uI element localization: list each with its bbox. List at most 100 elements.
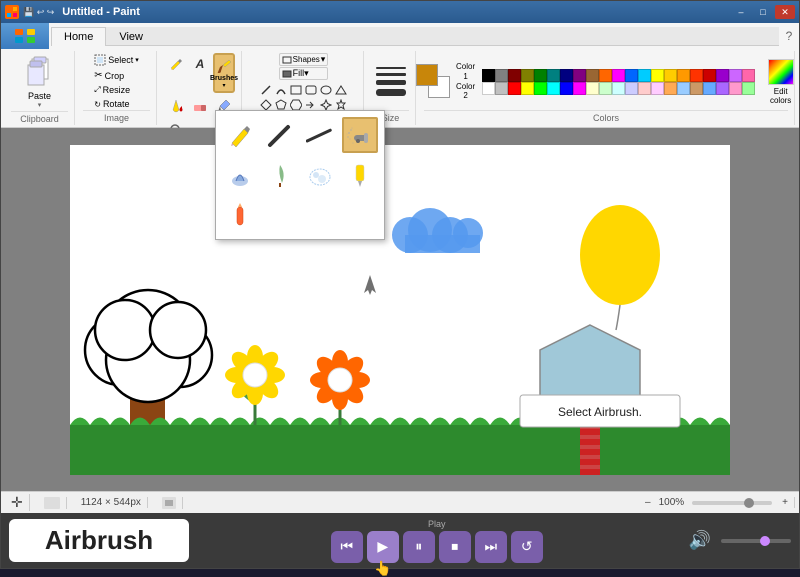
color-violet[interactable] bbox=[716, 69, 729, 82]
move-icon: ✛ bbox=[11, 494, 23, 511]
zoom-minus[interactable]: – bbox=[645, 497, 651, 508]
color-lightcyan[interactable] bbox=[612, 82, 625, 95]
tab-home[interactable]: Home bbox=[51, 27, 106, 46]
color-magenta[interactable] bbox=[573, 82, 586, 95]
brush-airbrush[interactable] bbox=[342, 117, 378, 153]
group-image: Select ▾ ✂ Crop ⤢ Resize ↻ Rotate bbox=[77, 51, 157, 125]
color-cyan[interactable] bbox=[638, 69, 651, 82]
zoom-thumb[interactable] bbox=[744, 498, 754, 508]
paste-button[interactable]: Paste ▾ bbox=[20, 53, 60, 111]
color-mint[interactable] bbox=[742, 82, 755, 95]
color-brightblue[interactable] bbox=[560, 82, 573, 95]
color-lavender[interactable] bbox=[729, 69, 742, 82]
color-white[interactable] bbox=[482, 82, 495, 95]
brush-crayon[interactable] bbox=[222, 197, 258, 233]
color-lightpink[interactable] bbox=[638, 82, 651, 95]
color-black[interactable] bbox=[482, 69, 495, 82]
color-gold[interactable] bbox=[664, 69, 677, 82]
text-tool[interactable]: A bbox=[189, 53, 211, 75]
color-lightyellow[interactable] bbox=[586, 82, 599, 95]
color-aqua[interactable] bbox=[547, 82, 560, 95]
paint-canvas[interactable]: Select Airbrush. bbox=[70, 145, 730, 475]
color-pink[interactable] bbox=[742, 69, 755, 82]
edit-colors-button[interactable]: Edit colors bbox=[765, 87, 796, 105]
color-orange[interactable] bbox=[599, 69, 612, 82]
color-brightgreen[interactable] bbox=[534, 82, 547, 95]
size-line-2[interactable] bbox=[376, 73, 406, 76]
color-darkred[interactable] bbox=[508, 69, 521, 82]
stop-button[interactable]: ⏹ bbox=[439, 531, 471, 563]
color-purple[interactable] bbox=[573, 69, 586, 82]
color-skyblue[interactable] bbox=[677, 82, 690, 95]
shape-rect[interactable] bbox=[289, 83, 303, 97]
volume-icon[interactable]: 🔊 bbox=[689, 530, 711, 551]
color-amber[interactable] bbox=[677, 69, 690, 82]
brush-oil[interactable] bbox=[222, 157, 258, 193]
brush-calligraphy2[interactable] bbox=[302, 117, 338, 153]
color-peach[interactable] bbox=[664, 82, 677, 95]
tab-view[interactable]: View bbox=[106, 27, 156, 46]
shape-ellipse[interactable] bbox=[319, 83, 333, 97]
color-navy[interactable] bbox=[560, 69, 573, 82]
color-silver[interactable] bbox=[495, 82, 508, 95]
replay-button[interactable]: ↺ bbox=[511, 531, 543, 563]
brush-natural[interactable] bbox=[262, 157, 298, 193]
color-mediumpurple[interactable] bbox=[716, 82, 729, 95]
size-line-3[interactable] bbox=[376, 80, 406, 85]
color-red[interactable] bbox=[703, 69, 716, 82]
zoom-plus[interactable]: + bbox=[782, 497, 788, 508]
help-button[interactable]: ? bbox=[779, 26, 799, 46]
color-darkgreen[interactable] bbox=[534, 69, 547, 82]
size-line-1[interactable] bbox=[376, 67, 406, 69]
fill-tool[interactable] bbox=[165, 95, 187, 117]
shape-triangle[interactable] bbox=[334, 83, 348, 97]
color-red2[interactable] bbox=[690, 69, 703, 82]
color-cornflower[interactable] bbox=[703, 82, 716, 95]
brush-pencil[interactable] bbox=[222, 117, 258, 153]
color-lightgreen[interactable] bbox=[599, 82, 612, 95]
volume-thumb[interactable] bbox=[760, 536, 770, 546]
rotate-button[interactable]: ↻ Rotate bbox=[90, 98, 133, 110]
pencil-tool[interactable] bbox=[165, 53, 187, 75]
brush-calligraphy1[interactable] bbox=[262, 117, 298, 153]
color-lightblue[interactable] bbox=[625, 82, 638, 95]
shape-line[interactable] bbox=[259, 83, 273, 97]
brush-watercolor[interactable] bbox=[302, 157, 338, 193]
color-brightyellow[interactable] bbox=[521, 82, 534, 95]
maximize-button[interactable]: □ bbox=[753, 5, 773, 19]
pause-button[interactable]: ⏸ bbox=[403, 531, 435, 563]
shape-roundrect[interactable] bbox=[304, 83, 318, 97]
shape-curve[interactable] bbox=[274, 83, 288, 97]
color1-swatch[interactable] bbox=[416, 64, 438, 86]
color-brightred[interactable] bbox=[508, 82, 521, 95]
minimize-button[interactable]: – bbox=[731, 5, 751, 19]
brushes-tool[interactable]: Brushes ▾ bbox=[213, 53, 235, 93]
color-olive[interactable] bbox=[521, 69, 534, 82]
next-button[interactable]: ⏭ bbox=[475, 531, 507, 563]
prev-button[interactable]: ⏮ bbox=[331, 531, 363, 563]
color-hotpink[interactable] bbox=[729, 82, 742, 95]
size-line-4[interactable] bbox=[376, 89, 406, 96]
color-fuchsia[interactable] bbox=[612, 69, 625, 82]
color-yellow[interactable] bbox=[651, 69, 664, 82]
eraser-tool[interactable] bbox=[189, 95, 211, 117]
outline-dropdown[interactable]: Shapes▾ bbox=[279, 53, 329, 66]
fill-dropdown[interactable]: Fill▾ bbox=[279, 67, 329, 80]
play-button[interactable]: ▶ 👆 bbox=[367, 531, 399, 563]
select-button[interactable]: Select ▾ bbox=[90, 53, 143, 67]
color-spectrum[interactable] bbox=[768, 59, 794, 85]
color-tan[interactable] bbox=[690, 82, 703, 95]
color-lightmagenta[interactable] bbox=[651, 82, 664, 95]
clipboard-label: Clipboard bbox=[11, 111, 68, 124]
office-button[interactable] bbox=[1, 23, 49, 49]
brush-marker[interactable] bbox=[342, 157, 378, 193]
resize-button[interactable]: ⤢ Resize bbox=[90, 84, 134, 96]
color-brown[interactable] bbox=[586, 69, 599, 82]
color-gray[interactable] bbox=[495, 69, 508, 82]
close-button[interactable]: ✕ bbox=[775, 5, 795, 19]
crop-button[interactable]: ✂ Crop bbox=[90, 69, 128, 82]
volume-slider[interactable] bbox=[721, 539, 791, 543]
zoom-slider[interactable] bbox=[692, 501, 772, 505]
color-teal[interactable] bbox=[547, 69, 560, 82]
color-blue[interactable] bbox=[625, 69, 638, 82]
